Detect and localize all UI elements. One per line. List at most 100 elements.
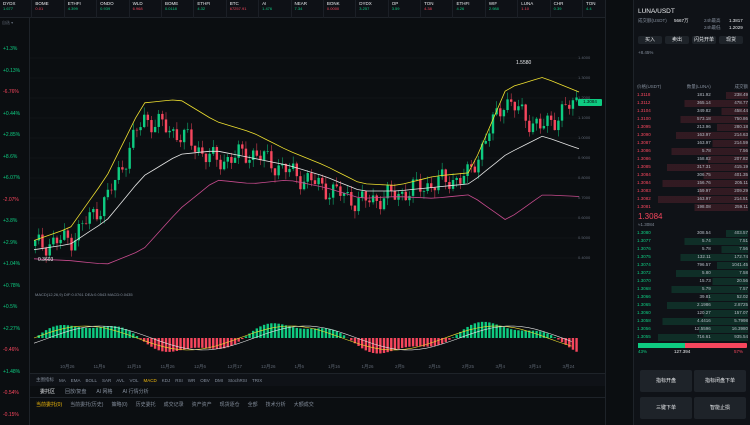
bid-row[interactable]: 1.3074 796.57 1041.45 [637,262,748,269]
ask-row[interactable]: 1.3095 213.96 280.18 [637,124,748,131]
tab[interactable]: AI 行情分析 [123,388,149,395]
watchlist-change[interactable]: -6.76% [3,89,19,95]
ticker-item[interactable]: BONK 0.0000 [324,0,357,18]
ticker-item[interactable]: LUNA 1.10 [518,0,551,18]
tab[interactable]: 资产资产 [192,401,212,408]
watchlist-change[interactable]: +8.6% [3,154,17,160]
indicator-toggle[interactable]: 主图指标 [36,377,54,383]
watchlist-change[interactable]: -0.15% [3,412,19,418]
tab[interactable]: 现货逐仓 [220,401,240,408]
indicator-toggle[interactable]: MA [59,378,66,383]
ask-row[interactable]: 1.3104 349.82 458.44 [637,108,748,115]
ticker-item[interactable]: OP 3.59 [389,0,422,18]
ask-row[interactable]: 1.3087 163.97 214.59 [637,140,748,147]
ask-row[interactable]: 1.3084 156.76 205.11 [637,180,748,187]
bid-row[interactable]: 1.3060 120.27 157.07 [637,310,748,317]
tab[interactable]: 全部 [248,401,258,408]
indicator-toggle[interactable]: EMA [71,378,81,383]
action-button-1[interactable]: 指标开盘 [640,370,692,392]
ask-row[interactable]: 1.3118 181.92 238.49 [637,92,748,99]
watchlist-change[interactable]: +2.9% [3,240,17,246]
spot-tab[interactable]: 现货 [719,36,743,44]
ticker-item[interactable]: AI 1.476 [259,0,292,18]
bid-row[interactable]: 1.3072 5.80 7.58 [637,270,748,277]
action-button-4[interactable]: 智能止损 [694,397,746,419]
buy-tab[interactable]: 买入 [638,36,662,44]
bid-row[interactable]: 1.3070 15.73 20.56 [637,278,748,285]
watchlist-change[interactable]: +1.3% [3,46,17,52]
ask-row[interactable]: 1.3100 573.18 750.86 [637,116,748,123]
ask-row[interactable]: 1.3082 163.97 214.51 [637,196,748,203]
tab[interactable]: 技术分析 [266,401,286,408]
ask-row[interactable]: 1.3081 198.08 259.11 [637,204,748,211]
watchlist-change[interactable]: +0.13% [3,68,20,74]
indicator-toggle[interactable]: TRIX [252,378,262,383]
bid-row[interactable]: 1.3076 5.78 7.56 [637,246,748,253]
ticker-item[interactable]: CHR 0.39 [551,0,584,18]
ticker-item[interactable]: DYDX 1.677 [0,0,33,18]
ticker-item[interactable]: NEAR 7.34 [292,0,324,18]
ticker-item[interactable]: BTC 67257.91 [227,0,260,18]
ticker-item[interactable]: ETHFI 4.26 [453,0,486,18]
bid-row[interactable]: 1.3065 2.1986 2.8725 [637,302,748,309]
bid-row[interactable]: 1.3075 132.11 172.74 [637,254,748,261]
indicator-toggle[interactable]: AVL [116,378,124,383]
ticker-item[interactable]: WLD 6.968 [130,0,162,18]
tab[interactable]: 大额成交 [294,401,314,408]
watchlist-change[interactable]: +3.8% [3,218,17,224]
indicator-toggle[interactable]: StochRSI [228,378,247,383]
indicator-toggle[interactable]: KDJ [162,378,171,383]
ticker-item[interactable]: DYDX 3.257 [356,0,389,18]
action-button-3[interactable]: 三键下单 [640,397,692,419]
bid-row[interactable]: 1.3066 39.81 52.02 [637,294,748,301]
watchlist-change[interactable]: +1.04% [3,261,20,267]
ask-row[interactable]: 1.3112 365.14 478.77 [637,100,748,107]
tab[interactable]: 成交记录 [164,401,184,408]
indicator-toggle[interactable]: VOL [129,378,138,383]
indicator-toggle[interactable]: MACD [143,378,156,383]
tab[interactable]: 历史委托 [136,401,156,408]
ask-row[interactable]: 1.3090 163.97 214.63 [637,132,748,139]
ticker-item[interactable]: ETHFI 4.32 [194,0,227,18]
bid-row[interactable]: 1.3055 716.61 935.54 [637,334,748,341]
indicator-toggle[interactable]: BOLL [86,378,98,383]
watchlist-change[interactable]: +0.44% [3,111,20,117]
price-chart[interactable]: 1.5580 0.3603 10月26 11月6 11月15 11月26 12月6 12月… [30,18,605,373]
bid-row[interactable]: 1.3058 4.4416 5.7998 [637,318,748,325]
tab[interactable]: 回放/复盘 [65,388,86,395]
ticker-item[interactable]: TON 4.38 [421,0,454,18]
watchlist-change[interactable]: +2.27% [3,326,20,332]
ask-row[interactable]: 1.3086 158.82 207.82 [637,156,748,163]
ticker-item[interactable]: BOME 0.0118 [162,0,195,18]
ask-row[interactable]: 1.3083 159.97 209.29 [637,188,748,195]
ticker-item[interactable]: ONDO 0.939 [97,0,130,18]
tab[interactable]: 当前委托(历史) [70,401,103,408]
flash-tab[interactable]: 闪兑开单 [692,36,716,44]
watchlist-change[interactable]: +1.48% [3,369,20,375]
sell-tab[interactable]: 卖出 [665,36,689,44]
indicator-toggle[interactable]: RSI [175,378,183,383]
action-button-2[interactable]: 指标闭盘下单 [694,370,746,392]
watchlist-change[interactable]: -0.46% [3,347,19,353]
ticker-item[interactable]: ETHFI 4.399 [65,0,98,18]
ticker-item[interactable]: WIF 2.988 [486,0,519,18]
ask-row[interactable]: 1.3085 317.31 415.19 [637,164,748,171]
watchlist-change[interactable]: +6.07% [3,175,20,181]
bid-row[interactable]: 1.3068 5.79 7.57 [637,286,748,293]
watchlist-change[interactable]: -2.07% [3,197,19,203]
tab[interactable]: AI 网格 [96,388,112,395]
bid-row[interactable]: 1.3077 5.74 7.51 [637,238,748,245]
watchlist-change[interactable]: +0.78% [3,283,20,289]
indicator-toggle[interactable]: OBV [200,378,210,383]
ticker-item[interactable]: BOME 0.01 [32,0,65,18]
indicator-toggle[interactable]: SAR [102,378,111,383]
bid-row[interactable]: 1.3080 308.54 403.57 [637,230,748,237]
bid-row[interactable]: 1.3056 12.5596 16.3980 [637,326,748,333]
indicator-toggle[interactable]: DMI [215,378,223,383]
ask-row[interactable]: 1.3084 306.75 401.35 [637,172,748,179]
watchlist-change[interactable]: -0.54% [3,390,19,396]
tab[interactable]: 当前委托(0) [36,401,62,408]
ask-row[interactable]: 1.3086 5.78 7.56 [637,148,748,155]
watchlist-change[interactable]: +0.5% [3,304,17,310]
watchlist-change[interactable]: +2.85% [3,132,20,138]
